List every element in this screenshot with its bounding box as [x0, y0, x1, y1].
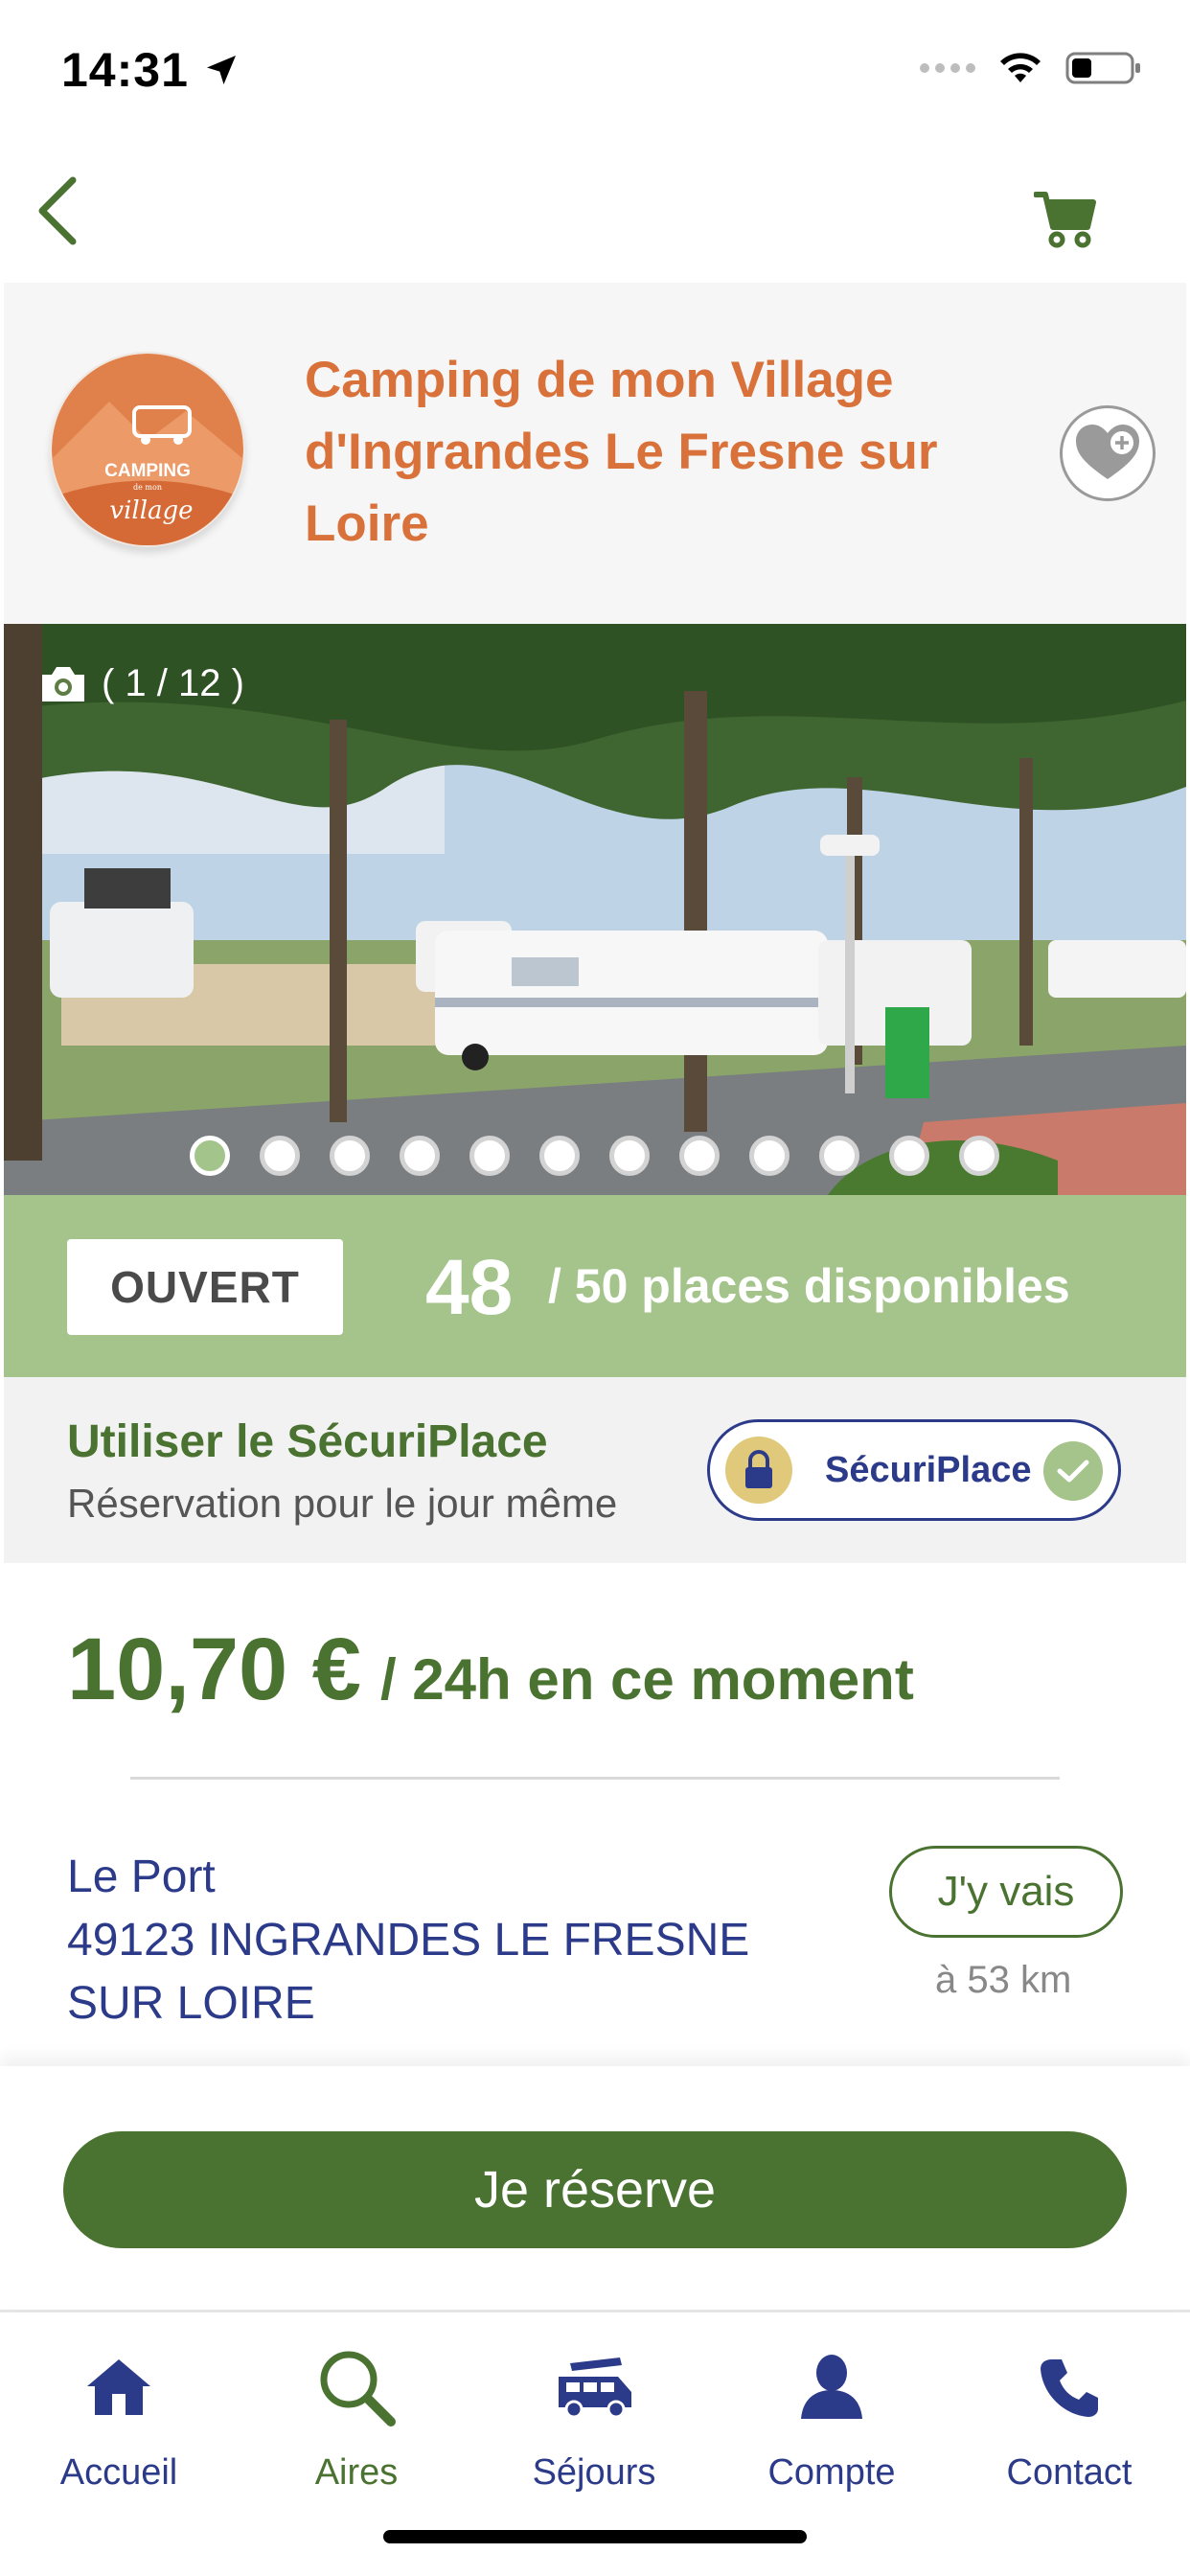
location-arrow-icon — [206, 56, 236, 84]
camping-title: Camping de mon Village d'Ingrandes Le Fr… — [305, 352, 938, 552]
carousel-dot[interactable] — [819, 1136, 859, 1176]
carousel-pagination — [190, 1136, 999, 1176]
search-icon — [320, 2351, 396, 2426]
tab-label: Séjours — [532, 2452, 656, 2493]
svg-text:CAMPING: CAMPING — [104, 461, 191, 481]
securiplace-badge-label: SécuriPlace — [825, 1449, 1032, 1490]
favorite-button[interactable] — [1060, 405, 1156, 501]
tab-label: Accueil — [59, 2452, 178, 2493]
photo-carousel[interactable]: ( 1 / 12 ) — [4, 624, 1186, 1195]
check-icon — [1043, 1441, 1103, 1501]
camping-title-section: CAMPING de mon village Camping de mon Vi… — [4, 283, 1186, 624]
securiplace-subtitle: Réservation pour le jour même — [67, 1481, 618, 1526]
places-available-label: / 50 places disponibles — [548, 1259, 1070, 1313]
back-button[interactable] — [19, 172, 96, 249]
battery-icon — [1065, 52, 1140, 84]
address-line-1: Le Port — [67, 1852, 216, 1902]
distance-label: à 53 km — [935, 1959, 1072, 2001]
carousel-dot[interactable] — [330, 1136, 370, 1176]
carousel-dot[interactable] — [190, 1136, 230, 1176]
status-bar: 14:31 — [0, 0, 1190, 144]
photo-counter: ( 1 / 12 ) — [38, 662, 244, 705]
svg-text:village: village — [109, 496, 193, 525]
price-amount: 10,70 € — [67, 1621, 361, 1718]
go-there-button[interactable]: J'y vais — [889, 1846, 1123, 1938]
svg-text:de mon: de mon — [133, 483, 162, 492]
address: Le Port 49123 INGRANDES LE FRESNE SUR LO… — [67, 1846, 834, 2036]
availability-bar: OUVERT 48 / 50 places disponibles — [4, 1195, 1186, 1377]
carousel-dot[interactable] — [260, 1136, 300, 1176]
carousel-dot[interactable] — [749, 1136, 790, 1176]
securiplace-title: Utiliser le SécuriPlace — [67, 1416, 548, 1467]
campsite-photo — [4, 624, 1186, 1195]
cart-button[interactable] — [1027, 180, 1104, 257]
securiplace-toggle[interactable]: SécuriPlace — [707, 1419, 1121, 1521]
tab-compte[interactable]: Compte — [713, 2332, 950, 2504]
tab-label: Aires — [314, 2452, 399, 2493]
cellular-signal-icon — [920, 63, 975, 73]
carousel-dot[interactable] — [400, 1136, 440, 1176]
carousel-dot[interactable] — [889, 1136, 929, 1176]
chevron-left-icon — [38, 176, 77, 245]
tab-label: Compte — [767, 2452, 896, 2493]
tab-accueil[interactable]: Accueil — [0, 2332, 238, 2504]
open-status-badge: OUVERT — [67, 1239, 343, 1335]
carousel-dot[interactable] — [469, 1136, 510, 1176]
tab-label: Contact — [1006, 2452, 1133, 2493]
carousel-dot[interactable] — [539, 1136, 580, 1176]
home-icon — [87, 2359, 150, 2415]
carousel-dot[interactable] — [959, 1136, 999, 1176]
status-time-group: 14:31 — [61, 42, 240, 98]
heart-plus-icon — [1076, 425, 1139, 479]
home-indicator — [383, 2530, 807, 2543]
price-row: 10,70 € / 24h en ce moment — [67, 1620, 914, 1720]
wifi-icon — [1000, 53, 1041, 82]
tab-contact[interactable]: Contact — [950, 2332, 1188, 2504]
reserve-panel: Je réserve — [0, 2066, 1190, 2306]
camping-logo: CAMPING de mon village — [50, 352, 245, 547]
price-suffix: / 24h en ce moment — [379, 1647, 914, 1712]
cart-icon — [1034, 192, 1096, 248]
van-icon — [559, 2358, 631, 2419]
lock-icon — [725, 1437, 792, 1504]
status-indicators — [920, 50, 1142, 86]
camera-icon — [42, 666, 84, 702]
carousel-dot[interactable] — [679, 1136, 720, 1176]
phone-icon — [1041, 2359, 1098, 2417]
address-line-2: 49123 INGRANDES LE FRESNE SUR LOIRE — [67, 1915, 750, 2029]
securiplace-section: Utiliser le SécuriPlace Réservation pour… — [4, 1377, 1186, 1563]
status-time: 14:31 — [61, 43, 189, 97]
tab-aires[interactable]: Aires — [238, 2332, 475, 2504]
photo-counter-text: ( 1 / 12 ) — [102, 662, 244, 704]
divider — [130, 1777, 1060, 1780]
nav-header — [0, 144, 1190, 280]
carousel-dot[interactable] — [609, 1136, 650, 1176]
places-available-count: 48 — [425, 1244, 514, 1331]
reserve-button[interactable]: Je réserve — [63, 2131, 1127, 2248]
user-icon — [801, 2355, 862, 2419]
tab-sejours[interactable]: Séjours — [475, 2332, 713, 2504]
